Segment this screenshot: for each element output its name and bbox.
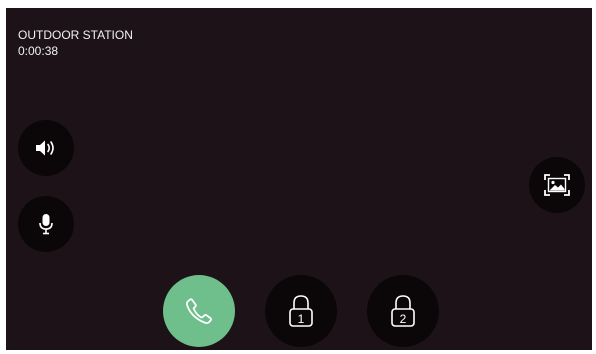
picture-icon bbox=[544, 174, 570, 196]
intercom-call-screen: OUTDOOR STATION 0:00:38 1 2 bbox=[6, 8, 592, 350]
answer-call-button[interactable] bbox=[163, 275, 235, 347]
unlock-2-number: 2 bbox=[400, 312, 407, 326]
call-duration: 0:00:38 bbox=[18, 44, 59, 58]
caller-name: OUTDOOR STATION bbox=[18, 28, 133, 42]
unlock-1-button[interactable]: 1 bbox=[265, 275, 337, 347]
unlock-2-button[interactable]: 2 bbox=[367, 275, 439, 347]
snapshot-button[interactable] bbox=[529, 157, 585, 213]
microphone-icon bbox=[39, 214, 53, 235]
microphone-button[interactable] bbox=[18, 196, 74, 252]
padlock-icon: 1 bbox=[289, 295, 313, 327]
unlock-1-number: 1 bbox=[298, 312, 305, 326]
speaker-icon bbox=[36, 140, 54, 156]
call-info: OUTDOOR STATION 0:00:38 bbox=[18, 27, 133, 59]
padlock-icon: 2 bbox=[391, 295, 415, 327]
phone-handset-icon bbox=[186, 298, 212, 324]
speaker-button[interactable] bbox=[18, 120, 74, 176]
